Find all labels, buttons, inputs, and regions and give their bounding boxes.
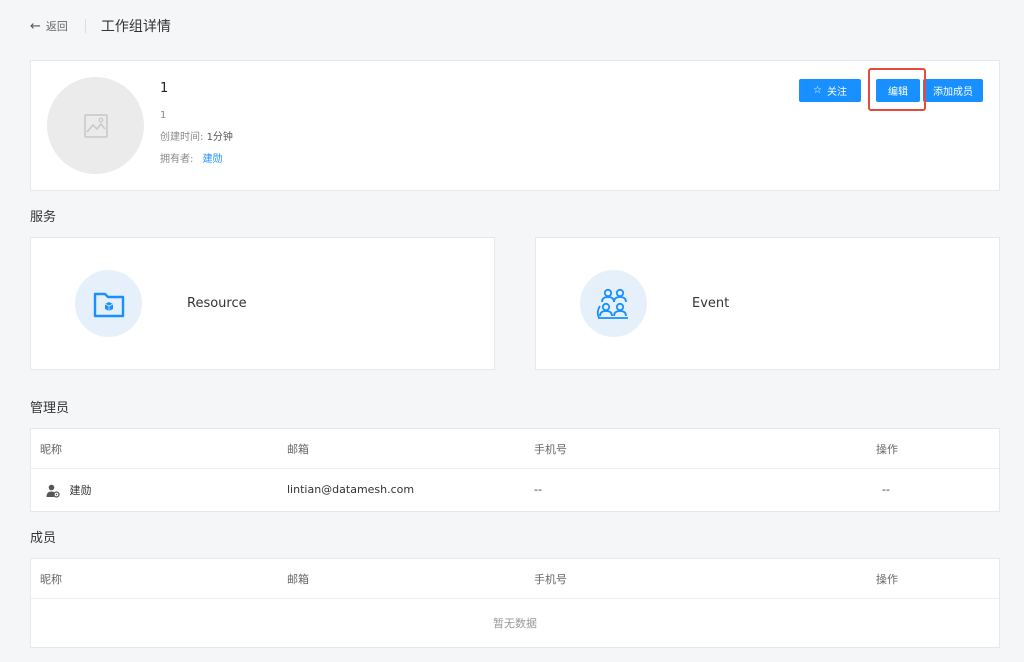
service-icon-circle: [580, 270, 647, 337]
created-time: 创建时间: 1分钟: [160, 128, 233, 143]
workgroup-profile-card: 1 1 创建时间: 1分钟 拥有者: 建勋 ☆ 关注 编辑 添加成员: [30, 60, 1000, 191]
nickname-cell: 建勋: [46, 482, 92, 498]
back-button[interactable]: ← 返回: [30, 18, 68, 34]
column-header-email: 邮箱: [287, 572, 309, 586]
action-cell: --: [882, 483, 890, 496]
services-title: 服务: [30, 210, 57, 225]
service-card-event[interactable]: Event: [535, 237, 1000, 370]
empty-state: 暂无数据: [493, 617, 537, 630]
edit-button[interactable]: 编辑: [868, 68, 926, 111]
workgroup-name: 1: [160, 81, 169, 96]
column-header-nickname: 昵称: [40, 442, 62, 456]
arrow-left-icon: ←: [30, 18, 41, 34]
action-buttons: ☆ 关注 编辑 添加成员: [799, 68, 983, 111]
column-header-email: 邮箱: [287, 442, 309, 456]
service-label-event: Event: [692, 296, 730, 311]
profile-info: 1 1 创建时间: 1分钟 拥有者: 建勋: [160, 81, 233, 165]
members-title: 成员: [30, 531, 57, 546]
table-row: 建勋 lintian@datamesh.com -- --: [31, 469, 999, 510]
column-header-action: 操作: [876, 572, 898, 586]
column-header-phone: 手机号: [534, 442, 567, 456]
service-label-resource: Resource: [187, 296, 247, 311]
table-header: 昵称 邮箱 手机号 操作: [31, 429, 999, 469]
column-header-action: 操作: [876, 442, 898, 456]
back-label: 返回: [45, 20, 68, 33]
image-placeholder-icon: [83, 113, 108, 138]
page-title: 工作组详情: [100, 19, 171, 35]
top-bar: ← 返回 工作组详情: [30, 14, 171, 38]
avatar: [47, 77, 144, 174]
admins-title: 管理员: [30, 401, 70, 416]
members-table: 昵称 邮箱 手机号 操作 暂无数据: [30, 558, 1000, 648]
created-label: 创建时间:: [160, 132, 204, 143]
column-header-nickname: 昵称: [40, 572, 62, 586]
phone-cell: --: [534, 483, 542, 496]
star-icon: ☆: [813, 85, 822, 96]
service-icon-circle: [75, 270, 142, 337]
owner-label: 拥有者:: [160, 154, 194, 165]
created-value: 1分钟: [206, 132, 233, 143]
group-users-icon: [596, 288, 628, 319]
column-header-phone: 手机号: [534, 572, 567, 586]
add-member-label: 添加成员: [933, 87, 973, 98]
admins-table: 昵称 邮箱 手机号 操作 建勋 lintian@datamesh.com -- …: [30, 428, 1000, 512]
follow-button[interactable]: ☆ 关注: [799, 79, 861, 102]
owner: 拥有者: 建勋: [160, 150, 233, 165]
divider: [84, 19, 86, 33]
follow-label: 关注: [826, 87, 847, 98]
email-cell: lintian@datamesh.com: [287, 483, 415, 496]
nickname-value: 建勋: [69, 483, 92, 497]
service-card-resource[interactable]: Resource: [30, 237, 495, 370]
table-header: 昵称 邮箱 手机号 操作: [31, 559, 999, 599]
folder-cube-icon: [93, 292, 124, 317]
edit-label: 编辑: [888, 87, 908, 98]
workgroup-description: 1: [160, 110, 167, 121]
add-member-button[interactable]: 添加成员: [923, 79, 983, 102]
user-settings-icon: [46, 484, 60, 498]
owner-link[interactable]: 建勋: [203, 154, 223, 165]
